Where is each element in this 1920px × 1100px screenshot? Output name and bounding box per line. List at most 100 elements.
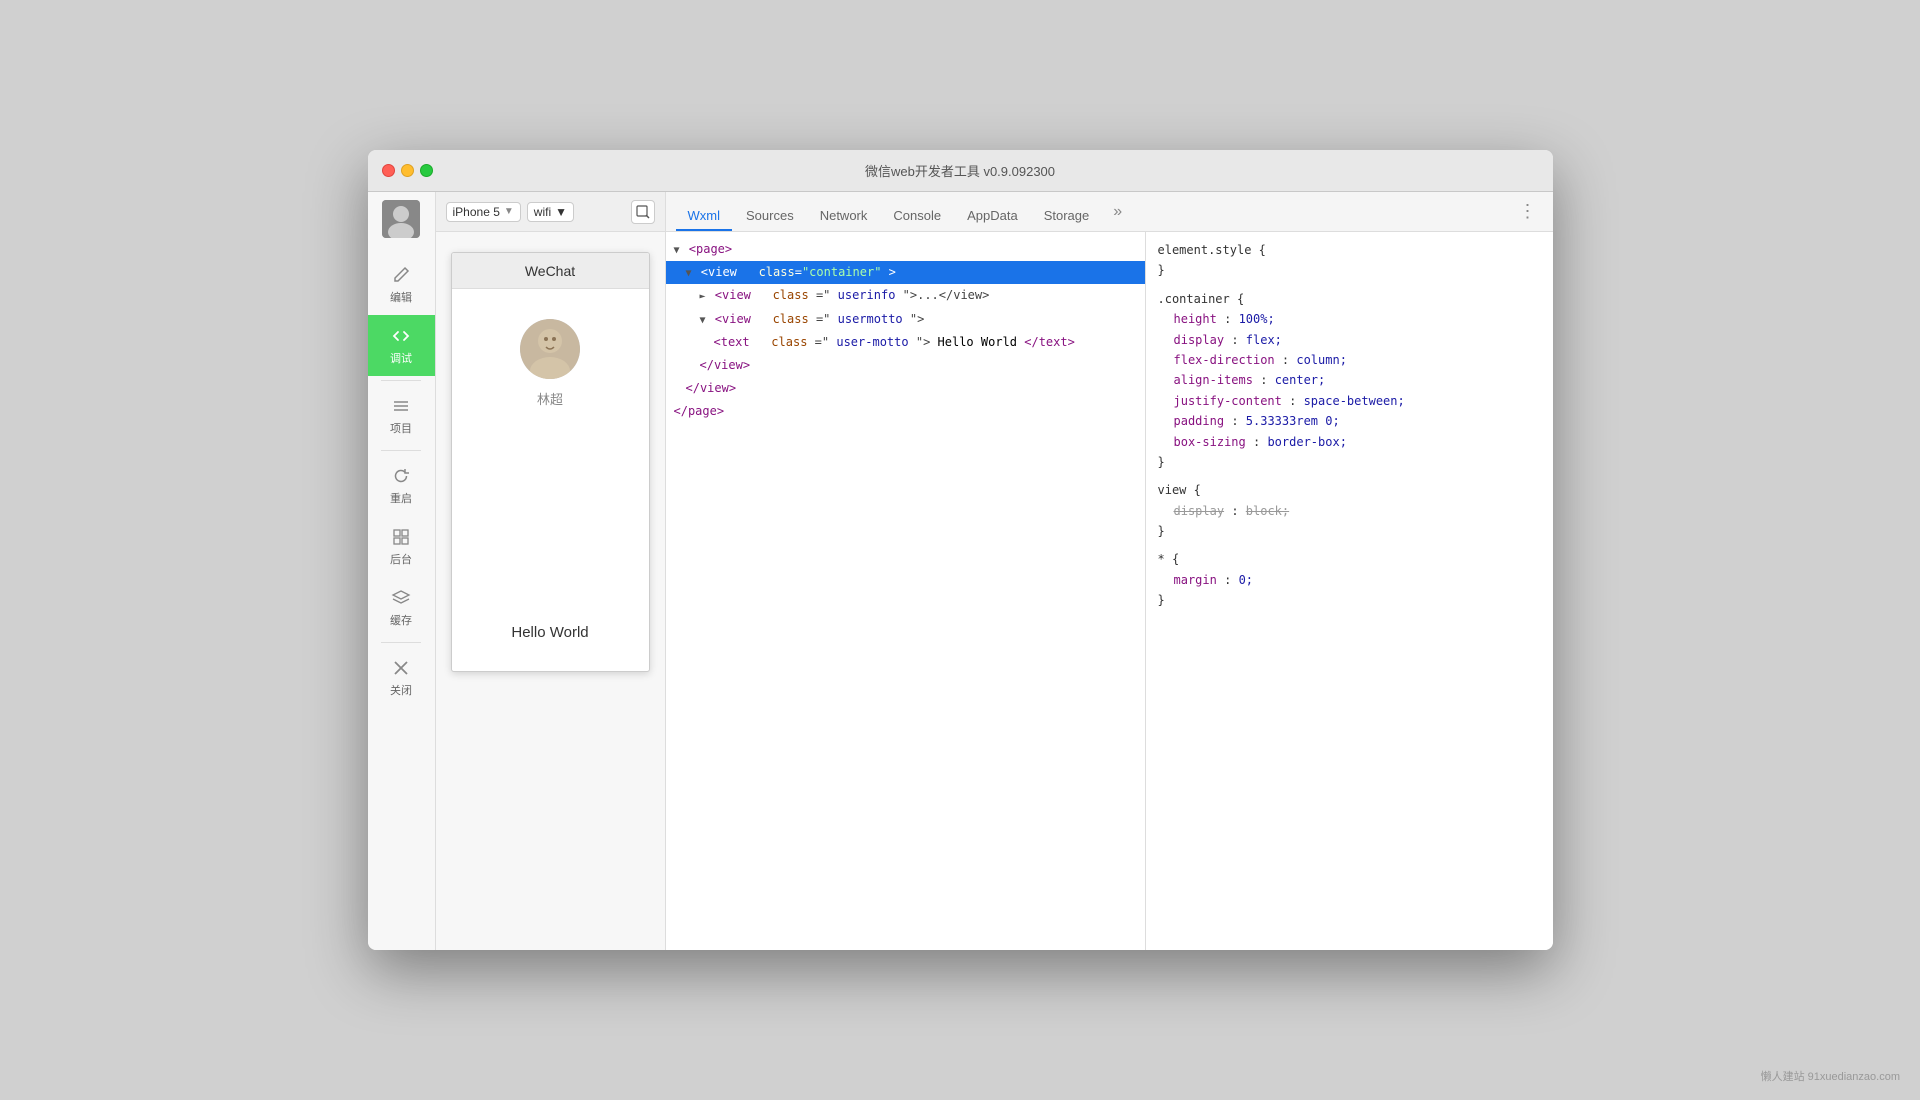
triangle-page: ▼ (674, 245, 680, 256)
css-rule-margin: margin : 0; (1158, 570, 1541, 590)
dom-line-container[interactable]: ▼ <view class="container" > (666, 261, 1145, 284)
tabs-more-button[interactable]: » (1107, 203, 1128, 221)
css-rule-box-sizing: box-sizing : border-box; (1158, 432, 1541, 452)
app-title: WeChat (525, 263, 575, 279)
css-rule-align-items: align-items : center; (1158, 370, 1541, 390)
css-prop-box-sizing: box-sizing (1158, 435, 1246, 449)
dom-line-userinfo[interactable]: ► <view class =" userinfo ">...</view> (666, 284, 1145, 307)
phone-body: 林超 Hello World (452, 289, 649, 671)
tabs-menu-button[interactable]: ⋮ (1513, 201, 1543, 222)
user-info: 林超 (520, 319, 580, 408)
tab-network-label: Network (820, 208, 868, 223)
css-panel: element.style { } .container { height : … (1146, 232, 1553, 950)
x-icon (390, 657, 412, 679)
tab-appdata-label: AppData (967, 208, 1018, 223)
css-block-element-style-close: } (1158, 260, 1541, 280)
css-value-flex-direction: column; (1296, 353, 1347, 367)
sidebar-item-backend-label: 后台 (390, 551, 412, 567)
attr-value-motto: user-motto (836, 335, 908, 349)
css-value-margin: 0; (1239, 573, 1253, 587)
css-prop-margin: margin (1158, 573, 1217, 587)
watermark: 懒人建站 91xuedianzao.com (1761, 1068, 1900, 1084)
sidebar-item-restart[interactable]: 重启 (368, 455, 435, 516)
css-block-view-close: } (1158, 521, 1541, 541)
network-selector[interactable]: wifi ▼ (527, 202, 574, 222)
main-content: 编辑 调试 (368, 192, 1553, 950)
devtools-tabs: Wxml Sources Network Console AppData Sto… (666, 192, 1553, 232)
dom-line-text[interactable]: <text class =" user-motto "> Hello World… (666, 331, 1145, 354)
css-selector-element-style: element.style { (1158, 243, 1266, 257)
dom-line-close-usermotto[interactable]: </view> (666, 354, 1145, 377)
css-value-display-block: block; (1246, 504, 1289, 518)
sidebar-item-cache[interactable]: 缓存 (368, 577, 435, 638)
css-rule-height: height : 100%; (1158, 309, 1541, 329)
tag-view-container: <view class="container" > (701, 265, 896, 279)
dom-line-usermotto[interactable]: ▼ <view class =" usermotto "> (666, 308, 1145, 331)
tab-sources[interactable]: Sources (734, 202, 806, 231)
window-title: 微信web开发者工具 v0.9.092300 (865, 161, 1055, 180)
sidebar-item-project[interactable]: 项目 (368, 385, 435, 446)
css-prop-display-block: display (1158, 504, 1225, 518)
css-prop-padding: padding (1158, 414, 1225, 428)
grid-icon (390, 526, 412, 548)
attr-class-usermotto: class (758, 312, 809, 326)
code-icon (390, 325, 412, 347)
tag-view-open: <view (715, 288, 751, 302)
tab-wxml[interactable]: Wxml (676, 202, 733, 231)
refresh-icon (390, 465, 412, 487)
sidebar-item-backend[interactable]: 后台 (368, 516, 435, 577)
tab-wxml-label: Wxml (688, 208, 721, 223)
tag-close-container: </view> (686, 381, 737, 395)
dom-line-close-container[interactable]: </view> (666, 377, 1145, 400)
tag-page-open: <page> (689, 242, 732, 256)
inspect-button[interactable] (631, 200, 655, 224)
divider-2 (381, 450, 421, 451)
tag-close-usermotto: </view> (700, 358, 751, 372)
css-prop-flex-direction: flex-direction (1158, 353, 1275, 367)
css-selector-view-line: view { (1158, 480, 1541, 500)
css-selector-star-line: * { (1158, 549, 1541, 569)
tab-storage[interactable]: Storage (1032, 202, 1102, 231)
dom-line-close-page[interactable]: </page> (666, 400, 1145, 423)
title-bar: 微信web开发者工具 v0.9.092300 (368, 150, 1553, 192)
devtools-content: ▼ <page> ▼ <view class="container" > ► <… (666, 232, 1553, 950)
sidebar-item-project-label: 项目 (390, 420, 412, 436)
attr-value-userinfo: userinfo (838, 288, 896, 302)
device-selector[interactable]: iPhone 5 ▼ (446, 202, 521, 222)
device-arrow-icon: ▼ (504, 206, 514, 217)
network-name: wifi (534, 205, 551, 219)
user-name: 林超 (537, 389, 563, 408)
tab-console[interactable]: Console (881, 202, 953, 231)
dom-line-page[interactable]: ▼ <page> (666, 238, 1145, 261)
simulator-toolbar: iPhone 5 ▼ wifi ▼ (436, 192, 665, 232)
css-value-padding: 5.33333rem 0; (1246, 414, 1340, 428)
css-value-display: flex; (1246, 333, 1282, 347)
css-prop-align-items: align-items (1158, 373, 1253, 387)
network-arrow-icon: ▼ (555, 205, 567, 219)
phone-header: WeChat (452, 253, 649, 289)
layers-icon (390, 587, 412, 609)
css-prop-justify-content: justify-content (1158, 394, 1282, 408)
triangle-container: ▼ (686, 268, 692, 279)
css-rule-justify-content: justify-content : space-between; (1158, 391, 1541, 411)
attr-value-usermotto: usermotto (838, 312, 903, 326)
tab-sources-label: Sources (746, 208, 794, 223)
text-content: Hello World (938, 335, 1017, 349)
sidebar-item-close[interactable]: 关闭 (368, 647, 435, 708)
sidebar-item-debug[interactable]: 调试 (368, 315, 435, 376)
sidebar-item-close-label: 关闭 (390, 682, 412, 698)
tab-console-label: Console (893, 208, 941, 223)
devtools-panel: Wxml Sources Network Console AppData Sto… (666, 192, 1553, 950)
sidebar-item-restart-label: 重启 (390, 490, 412, 506)
css-value-align-items: center; (1275, 373, 1326, 387)
tab-network[interactable]: Network (808, 202, 880, 231)
sidebar-item-edit[interactable]: 编辑 (368, 254, 435, 315)
tab-appdata[interactable]: AppData (955, 202, 1030, 231)
close-button[interactable] (382, 164, 395, 177)
dom-panel: ▼ <page> ▼ <view class="container" > ► <… (666, 232, 1146, 950)
tab-storage-label: Storage (1044, 208, 1090, 223)
minimize-button[interactable] (401, 164, 414, 177)
user-avatar (520, 319, 580, 379)
maximize-button[interactable] (420, 164, 433, 177)
traffic-lights (368, 164, 433, 177)
